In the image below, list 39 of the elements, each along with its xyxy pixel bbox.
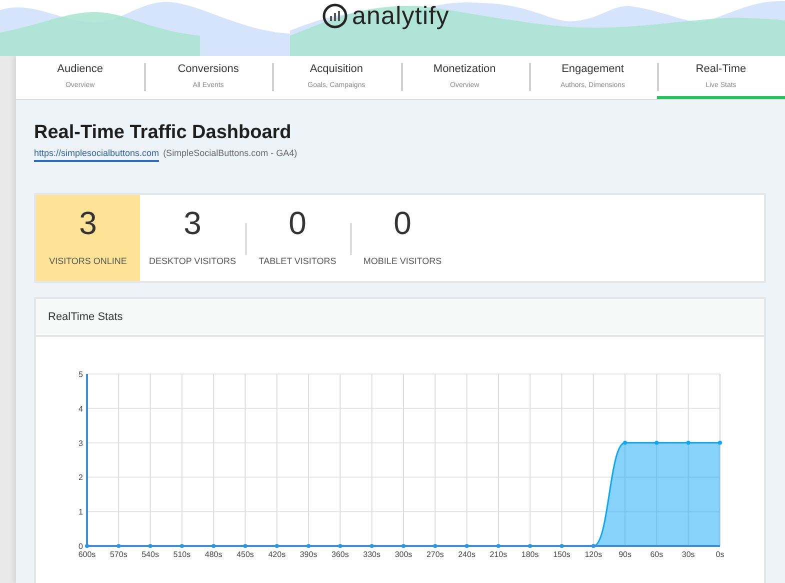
y-tick-label: 4 bbox=[78, 404, 83, 414]
x-tick-label: 180s bbox=[521, 550, 539, 560]
x-tick-label: 90s bbox=[618, 550, 632, 560]
x-tick-label: 270s bbox=[426, 550, 444, 560]
stat-value: 0 bbox=[288, 207, 306, 240]
x-tick-label: 60s bbox=[650, 550, 664, 560]
stat-value: 3 bbox=[184, 207, 202, 240]
x-tick-label: 540s bbox=[142, 550, 159, 560]
x-tick-label: 360s bbox=[332, 550, 349, 560]
x-tick-label: 120s bbox=[584, 550, 602, 560]
x-tick-label: 30s bbox=[682, 550, 695, 560]
y-tick-label: 5 bbox=[78, 370, 83, 380]
stat-label: DESKTOP VISITORS bbox=[148, 255, 236, 268]
x-tick-label: 210s bbox=[490, 550, 508, 560]
x-tick-label: 390s bbox=[300, 550, 318, 560]
x-tick-label: 420s bbox=[268, 550, 286, 560]
x-tick-label: 600s bbox=[78, 550, 96, 560]
y-tick-label: 2 bbox=[78, 473, 83, 482]
stat-label: MOBILE VISITORS bbox=[363, 255, 442, 268]
y-tick-label: 0 bbox=[78, 542, 83, 552]
x-tick-label: 0s bbox=[716, 550, 724, 560]
x-tick-label: 570s bbox=[110, 550, 128, 560]
x-tick-label: 300s bbox=[394, 550, 412, 560]
x-tick-label: 240s bbox=[458, 550, 476, 560]
x-tick-label: 330s bbox=[363, 550, 381, 560]
page-title: Real-Time Traffic Dashboard bbox=[34, 121, 292, 145]
logo-text: analytify bbox=[352, 4, 450, 28]
stat-label: VISITORS ONLINE bbox=[49, 255, 127, 268]
stat-value: 3 bbox=[79, 207, 97, 240]
stat-label: TABLET VISITORS bbox=[258, 255, 336, 268]
y-tick-label: 1 bbox=[78, 508, 83, 517]
stat-value: 0 bbox=[394, 207, 412, 240]
x-tick-label: 150s bbox=[553, 550, 570, 560]
site-name: (SimpleSocialButtons.com - GA4) bbox=[163, 146, 298, 160]
card-title: RealTime Stats bbox=[48, 310, 123, 325]
y-tick-label: 3 bbox=[78, 439, 83, 448]
x-tick-label: 480s bbox=[204, 550, 222, 560]
x-tick-label: 450s bbox=[236, 550, 254, 560]
x-tick-label: 510s bbox=[173, 550, 191, 560]
